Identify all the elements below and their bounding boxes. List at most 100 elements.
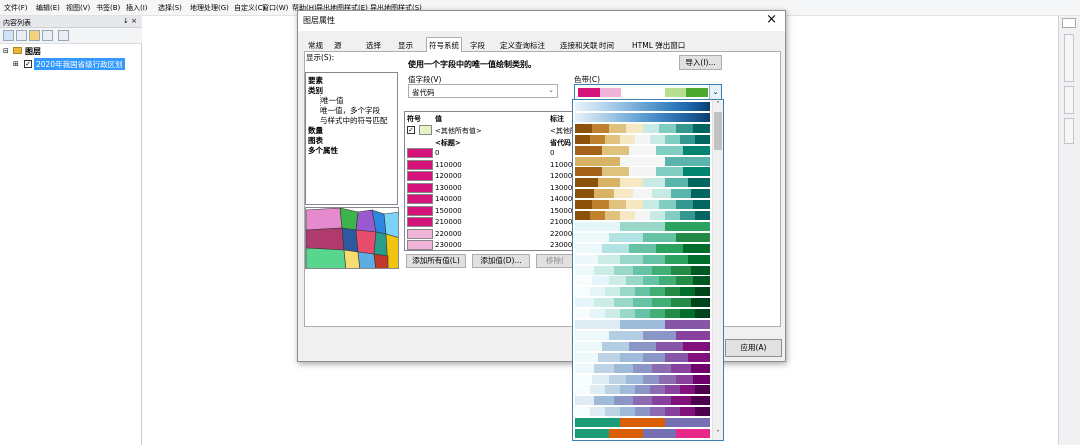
- scroll-thumb[interactable]: [714, 112, 722, 150]
- collapse-icon[interactable]: ⊟: [3, 47, 9, 55]
- apply-button[interactable]: 应用(A): [725, 339, 782, 357]
- color-ramp-option[interactable]: [575, 112, 710, 122]
- color-ramp-option[interactable]: [575, 418, 710, 428]
- color-ramp-option[interactable]: [575, 254, 710, 264]
- color-ramp-option[interactable]: [575, 341, 710, 351]
- tab-0[interactable]: 常规: [308, 39, 323, 52]
- color-ramp-option[interactable]: [575, 309, 710, 319]
- row-symbol-swatch[interactable]: [407, 171, 433, 181]
- row-symbol-swatch[interactable]: [407, 182, 433, 193]
- row-value[interactable]: 0: [435, 149, 439, 157]
- col-header-symbol[interactable]: 符号: [407, 114, 421, 124]
- add-values-button[interactable]: 添加值(D)...: [472, 254, 530, 268]
- tab-10[interactable]: HTML 弹出窗口: [632, 39, 685, 52]
- color-ramp-option[interactable]: [575, 265, 710, 275]
- tab-4[interactable]: 符号系统: [426, 37, 462, 52]
- menu-item-6[interactable]: 地理处理(G): [190, 3, 229, 13]
- color-ramp-option[interactable]: [575, 352, 710, 362]
- layers-root[interactable]: 图层: [25, 46, 41, 57]
- row-value[interactable]: 210000: [435, 218, 462, 226]
- menu-item-0[interactable]: 文件(F): [4, 3, 28, 13]
- ramp-scrollbar[interactable]: ˄ ˅: [712, 100, 723, 440]
- list-by-source-icon[interactable]: [16, 30, 27, 41]
- tab-1[interactable]: 源: [334, 39, 342, 52]
- toc-pin-close-icon[interactable]: ↓ ×: [123, 17, 137, 25]
- color-ramp-option[interactable]: [575, 211, 710, 220]
- row-symbol-swatch[interactable]: [407, 194, 433, 204]
- menu-item-1[interactable]: 编辑(E): [36, 3, 60, 13]
- color-ramp-option[interactable]: [575, 243, 710, 253]
- col-header-label[interactable]: 标注: [550, 114, 564, 124]
- color-ramp-option[interactable]: [575, 200, 710, 210]
- row-label[interactable]: 0: [550, 149, 554, 157]
- row-value[interactable]: 220000: [435, 230, 462, 238]
- color-ramp-option[interactable]: [575, 385, 710, 395]
- expand-icon[interactable]: ⊞: [13, 60, 19, 68]
- menu-item-5[interactable]: 选择(S): [158, 3, 182, 13]
- ramp-chevron-down-icon[interactable]: ⌄: [709, 85, 721, 99]
- color-ramp-option[interactable]: [575, 123, 710, 133]
- values-table[interactable]: 符号 值 标注 ✓ <其他所有值> <其他所 <标题> 省代码 0 0 110000 11000…: [404, 111, 575, 251]
- row-value[interactable]: 230000: [435, 241, 462, 249]
- row-symbol-swatch[interactable]: [407, 148, 433, 158]
- tab-3[interactable]: 显示: [398, 39, 413, 52]
- color-ramp-select[interactable]: ⌄: [574, 84, 722, 100]
- dock-tab-results[interactable]: [1064, 118, 1074, 144]
- row-symbol-swatch[interactable]: [407, 205, 433, 216]
- color-ramp-option[interactable]: [575, 407, 710, 417]
- value-field-select[interactable]: 省代码 ⌄: [408, 84, 558, 98]
- tab-6[interactable]: 定义查询: [500, 39, 530, 52]
- row-symbol-swatch[interactable]: [407, 240, 433, 250]
- row-symbol-swatch[interactable]: [407, 217, 433, 227]
- row-value[interactable]: 130000: [435, 184, 462, 192]
- list-by-drawing-order-icon[interactable]: [3, 30, 14, 41]
- show-item-7[interactable]: 多个属性: [308, 145, 338, 156]
- options-icon[interactable]: [58, 30, 69, 41]
- color-ramp-option[interactable]: [575, 330, 710, 340]
- row-symbol-swatch[interactable]: [407, 137, 433, 147]
- menu-item-7[interactable]: 自定义(C): [234, 3, 265, 13]
- tab-8[interactable]: 连接和关联: [560, 39, 598, 52]
- add-all-values-button[interactable]: 添加所有值(L): [406, 254, 466, 268]
- color-ramp-option[interactable]: [575, 298, 710, 308]
- row-value[interactable]: 120000: [435, 172, 462, 180]
- remove-button[interactable]: 移除(: [536, 254, 574, 268]
- menu-item-8[interactable]: 窗口(W): [262, 3, 288, 13]
- close-icon[interactable]: ×: [766, 12, 777, 27]
- layer-visibility-checkbox[interactable]: ✓: [24, 60, 32, 68]
- row-value[interactable]: <其他所有值>: [435, 126, 482, 136]
- color-ramp-option[interactable]: [575, 221, 710, 231]
- layer-name[interactable]: 2020年我国省级行政区划: [34, 58, 125, 70]
- list-by-selection-icon[interactable]: [42, 30, 53, 41]
- color-ramp-option[interactable]: [575, 102, 710, 111]
- row-value[interactable]: 140000: [435, 195, 462, 203]
- scroll-up-icon[interactable]: ˄: [714, 101, 722, 109]
- color-ramp-option[interactable]: [575, 276, 710, 286]
- row-symbol-swatch[interactable]: [419, 125, 432, 135]
- color-ramp-option[interactable]: [575, 178, 710, 188]
- row-symbol-swatch[interactable]: [407, 228, 433, 239]
- color-ramp-option[interactable]: [575, 396, 710, 406]
- row-symbol-swatch[interactable]: [407, 159, 433, 170]
- color-ramp-option[interactable]: [575, 232, 710, 242]
- show-item-4[interactable]: 与样式中的符号匹配: [320, 115, 388, 126]
- dock-pin-icon[interactable]: [1062, 18, 1076, 28]
- dock-tab-search[interactable]: [1064, 86, 1074, 114]
- color-ramp-option[interactable]: [575, 189, 710, 199]
- tab-5[interactable]: 字段: [470, 39, 485, 52]
- row-checkbox[interactable]: ✓: [407, 126, 415, 134]
- dock-tab-catalog[interactable]: [1064, 34, 1074, 82]
- color-ramp-option[interactable]: [575, 145, 710, 155]
- tab-7[interactable]: 标注: [530, 39, 545, 52]
- col-header-value[interactable]: 值: [435, 114, 442, 124]
- row-value[interactable]: <标题>: [435, 138, 461, 148]
- import-button[interactable]: 导入(I)...: [679, 55, 722, 70]
- color-ramp-option[interactable]: [575, 363, 710, 373]
- color-ramp-option[interactable]: [575, 167, 710, 177]
- row-value[interactable]: 110000: [435, 161, 462, 169]
- row-label[interactable]: 省代码: [550, 138, 571, 148]
- menu-item-2[interactable]: 视图(V): [66, 3, 90, 13]
- color-ramp-dropdown[interactable]: ˄ ˅: [572, 99, 724, 441]
- color-ramp-option[interactable]: [575, 320, 710, 329]
- color-ramp-option[interactable]: [575, 287, 710, 297]
